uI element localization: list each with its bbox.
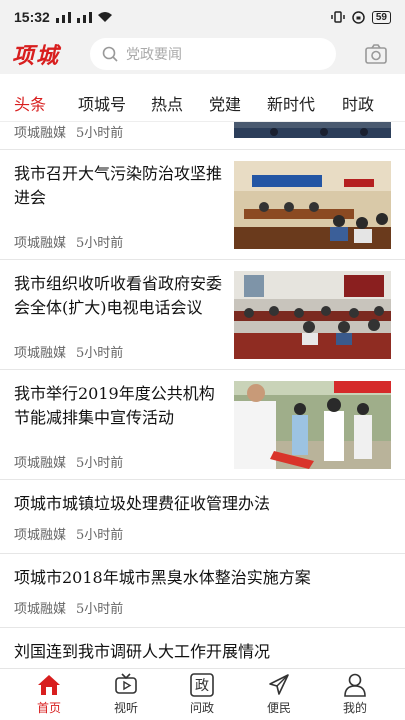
list-item[interactable]: 我市举行2019年度公共机构节能减排集中宣传活动 项城融媒 5小时前 — [0, 370, 405, 480]
news-thumbnail — [234, 271, 391, 359]
nav-inquiry[interactable]: 政 问政 — [174, 673, 230, 716]
nav-services[interactable]: 便民 — [251, 673, 307, 716]
search-placeholder: 党政要闻 — [126, 47, 182, 63]
svg-text:政: 政 — [195, 678, 209, 694]
item-title: 刘国连到我市调研人大工作开展情况 — [14, 642, 271, 661]
item-title: 项城市2018年城市黑臭水体整治实施方案 — [14, 568, 311, 587]
tab-party-building[interactable]: 党建 — [209, 91, 241, 115]
tab-xiangcheng-hao[interactable]: 项城号 — [78, 91, 126, 115]
list-item[interactable]: 项城市2018年城市黑臭水体整治实施方案 项城融媒 5小时前 — [0, 554, 405, 628]
vibrate-icon — [331, 11, 345, 23]
list-item[interactable]: 刘国连到我市调研人大工作开展情况 — [0, 628, 405, 668]
nav-label: 便民 — [266, 701, 291, 715]
tab-headlines[interactable]: 头条 — [14, 91, 46, 115]
battery-indicator: 59 — [371, 10, 391, 24]
status-time: 15:32 — [14, 9, 50, 25]
lock-icon — [352, 10, 365, 24]
app-logo: 项城 — [12, 43, 61, 69]
zheng-icon: 政 — [190, 673, 214, 697]
item-meta: 项城融媒 5小时前 — [14, 236, 124, 251]
list-item[interactable]: 我市召开大气污染防治攻坚推进会 项城融媒 5小时前 — [0, 150, 405, 260]
nav-profile[interactable]: 我的 — [327, 673, 383, 716]
user-icon — [344, 673, 366, 697]
channel-tabs: 头条 项城号 热点 党建 新时代 时政 — [0, 80, 405, 122]
nav-home[interactable]: 首页 — [21, 673, 77, 716]
tv-icon — [115, 673, 137, 694]
item-meta: 项城融媒 5小时前 — [14, 126, 124, 141]
item-meta: 项城融媒 5小时前 — [14, 346, 124, 361]
news-thumbnail — [234, 161, 391, 249]
signal-icon-2 — [76, 11, 92, 23]
tab-hot[interactable]: 热点 — [151, 91, 183, 115]
list-item[interactable]: 项城融媒 5小时前 — [0, 122, 405, 150]
send-icon — [269, 674, 289, 695]
news-thumbnail — [234, 381, 391, 469]
item-meta: 项城融媒 5小时前 — [14, 602, 124, 617]
list-item[interactable]: 项城市城镇垃圾处理费征收管理办法 项城融媒 5小时前 — [0, 480, 405, 554]
news-thumbnail — [234, 122, 391, 138]
home-icon — [38, 675, 60, 695]
list-item[interactable]: 我市组织收听收看省政府安委会全体(扩大)电视电话会议 项城融媒 5小时前 — [0, 260, 405, 370]
nav-label: 首页 — [36, 701, 61, 715]
nav-audio-video[interactable]: 视听 — [98, 673, 154, 716]
item-meta: 项城融媒 5小时前 — [14, 456, 124, 471]
item-title: 项城市城镇垃圾处理费征收管理办法 — [14, 494, 271, 513]
tab-new-era[interactable]: 新时代 — [267, 91, 315, 115]
search-icon — [102, 46, 118, 62]
nav-label: 问政 — [189, 701, 214, 715]
nav-label: 视听 — [113, 701, 138, 715]
nav-label: 我的 — [342, 701, 367, 715]
bottom-nav: 首页 视听 政 问政 便民 我的 — [0, 668, 405, 720]
camera-icon[interactable] — [364, 42, 388, 66]
item-title: 我市召开大气污染防治攻坚推进会 — [14, 164, 223, 207]
search-input[interactable]: 党政要闻 — [90, 38, 336, 70]
item-title: 我市组织收听收看省政府安委会全体(扩大)电视电话会议 — [14, 274, 223, 317]
item-meta: 项城融媒 5小时前 — [14, 528, 124, 543]
item-title: 我市举行2019年度公共机构节能减排集中宣传活动 — [14, 384, 215, 427]
status-bar: 15:32 59 — [0, 0, 405, 34]
signal-icon — [55, 11, 71, 23]
tab-politics[interactable]: 时政 — [342, 91, 374, 115]
wifi-icon — [97, 12, 112, 22]
app-header: 项城 党政要闻 — [0, 34, 405, 74]
news-feed: 项城融媒 5小时前 我市召开大气污染防治攻坚推进会 项城融媒 5小时前 我市组织收听… — [0, 122, 405, 668]
